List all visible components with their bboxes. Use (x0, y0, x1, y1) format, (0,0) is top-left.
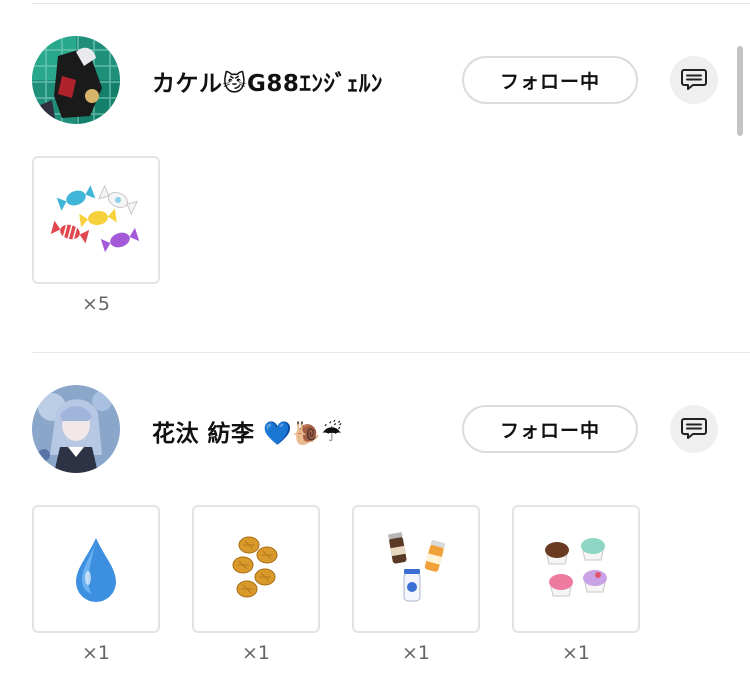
avatar[interactable] (32, 385, 120, 473)
avatar-image (32, 385, 120, 473)
gift-count: ×1 (561, 642, 590, 664)
user-row: 花汰 紡李 💙🐌☔ フォロー中 (0, 380, 750, 480)
gift-card[interactable] (32, 156, 160, 284)
gift-count: ×5 (81, 293, 110, 315)
gift-card[interactable] (352, 505, 480, 633)
gift-count: ×1 (81, 642, 110, 664)
chat-icon (681, 69, 707, 90)
following-button[interactable]: フォロー中 (462, 405, 638, 453)
chat-icon (681, 418, 707, 439)
username[interactable]: 花汰 紡李 💙🐌☔ (152, 414, 342, 448)
water-drop-icon (76, 538, 116, 602)
section-divider (32, 352, 750, 353)
cupcakes-icon (545, 538, 607, 597)
gift-count: ×1 (241, 642, 270, 664)
madeleines-icon (232, 536, 278, 598)
avatar-image (32, 36, 120, 124)
top-divider (32, 3, 750, 4)
user-row: カケル😼G88ｴﾝｼﾞｪﾙﾝ フォロー中 (0, 30, 750, 130)
username[interactable]: カケル😼G88ｴﾝｼﾞｪﾙﾝ (152, 64, 383, 98)
gift-card[interactable] (32, 505, 160, 633)
message-button[interactable] (670, 56, 718, 104)
candies-icon (50, 184, 140, 253)
following-button[interactable]: フォロー中 (462, 56, 638, 104)
message-button[interactable] (670, 405, 718, 453)
gift-count: ×1 (401, 642, 430, 664)
drink-bottles-icon (388, 532, 446, 602)
gift-card[interactable] (192, 505, 320, 633)
scrollbar-thumb[interactable] (737, 46, 743, 136)
avatar[interactable] (32, 36, 120, 124)
gift-card[interactable] (512, 505, 640, 633)
